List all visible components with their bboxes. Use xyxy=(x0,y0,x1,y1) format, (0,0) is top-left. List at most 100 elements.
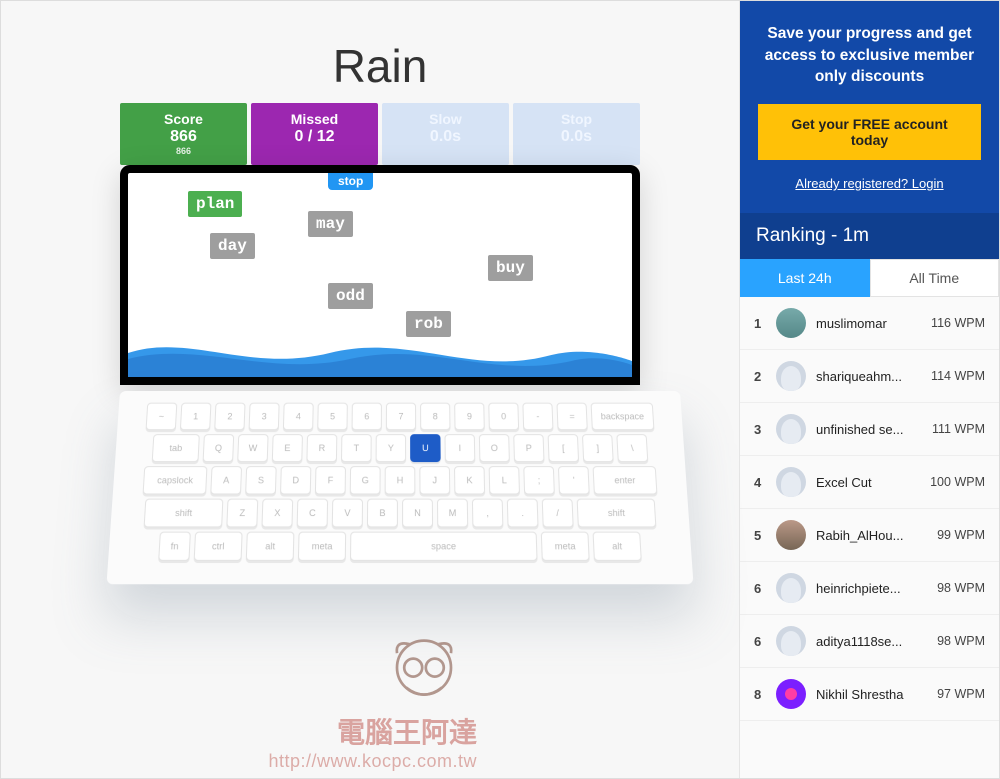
key-a[interactable]: A xyxy=(210,466,242,494)
tab-last-24h[interactable]: Last 24h xyxy=(740,259,870,297)
key-m[interactable]: M xyxy=(437,498,468,527)
rank-position: 2 xyxy=(754,369,766,384)
key-u[interactable]: U xyxy=(410,434,441,462)
key-~[interactable]: ~ xyxy=(146,403,178,431)
rank-username: Rabih_AlHou... xyxy=(816,528,927,543)
key-ralt[interactable]: alt xyxy=(593,531,642,560)
key-\[interactable]: \ xyxy=(616,434,648,462)
key-v[interactable]: V xyxy=(332,498,363,527)
promo-panel: Save your progress and get access to exc… xyxy=(740,1,999,213)
key-o[interactable]: O xyxy=(479,434,510,462)
key-c[interactable]: C xyxy=(297,498,329,527)
key-w[interactable]: W xyxy=(237,434,268,462)
key-5[interactable]: 5 xyxy=(317,403,348,431)
key-lshift[interactable]: shift xyxy=(144,498,224,527)
key-3[interactable]: 3 xyxy=(249,403,280,431)
key-z[interactable]: Z xyxy=(226,498,258,527)
key-tab[interactable]: tab xyxy=(152,434,200,462)
ranking-list[interactable]: 1muslimomar116 WPM2shariqueahm...114 WPM… xyxy=(740,297,999,778)
key-8[interactable]: 8 xyxy=(420,403,450,431)
key-capslock[interactable]: capslock xyxy=(143,466,208,494)
key-4[interactable]: 4 xyxy=(283,403,314,431)
stat-stop-value: 0.0s xyxy=(517,128,636,146)
avatar xyxy=(776,520,806,550)
key-g[interactable]: G xyxy=(350,466,381,494)
stop-button[interactable]: stop xyxy=(328,172,373,190)
key-lalt[interactable]: alt xyxy=(246,531,295,560)
ranking-row[interactable]: 3unfinished se...111 WPM xyxy=(740,403,999,456)
key-s[interactable]: S xyxy=(245,466,277,494)
avatar xyxy=(776,679,806,709)
key-i[interactable]: I xyxy=(444,434,475,462)
key-rmeta[interactable]: meta xyxy=(541,531,590,560)
key-;[interactable]: ; xyxy=(523,466,555,494)
key-'[interactable]: ' xyxy=(558,466,590,494)
key-0[interactable]: 0 xyxy=(488,403,519,431)
key-6[interactable]: 6 xyxy=(352,403,382,431)
key-9[interactable]: 9 xyxy=(454,403,485,431)
key-f[interactable]: F xyxy=(315,466,346,494)
ranking-row[interactable]: 8Nikhil Shrestha97 WPM xyxy=(740,668,999,721)
rank-username: aditya1118se... xyxy=(816,634,927,649)
key-d[interactable]: D xyxy=(280,466,311,494)
key-l[interactable]: L xyxy=(489,466,520,494)
key-fn[interactable]: fn xyxy=(158,531,191,560)
stats-bar: Score 866 866 Missed 0 / 12 Slow 0.0s St… xyxy=(120,103,640,165)
avatar xyxy=(776,308,806,338)
key-r[interactable]: R xyxy=(306,434,337,462)
stat-score-value: 866 xyxy=(124,128,243,146)
key-k[interactable]: K xyxy=(454,466,485,494)
ranking-row[interactable]: 4Excel Cut100 WPM xyxy=(740,456,999,509)
rank-position: 3 xyxy=(754,422,766,437)
rank-username: shariqueahm... xyxy=(816,369,921,384)
key-1[interactable]: 1 xyxy=(180,403,212,431)
key-rshift[interactable]: shift xyxy=(577,498,657,527)
rank-position: 4 xyxy=(754,475,766,490)
rank-username: unfinished se... xyxy=(816,422,922,437)
key-x[interactable]: X xyxy=(261,498,293,527)
stat-stop-label: Stop xyxy=(517,111,636,127)
key-7[interactable]: 7 xyxy=(386,403,416,431)
key-t[interactable]: T xyxy=(341,434,372,462)
key-][interactable]: ] xyxy=(582,434,614,462)
falling-word: odd xyxy=(328,283,373,309)
key-b[interactable]: B xyxy=(367,498,398,527)
ranking-row[interactable]: 5Rabih_AlHou...99 WPM xyxy=(740,509,999,562)
key-ctrl[interactable]: ctrl xyxy=(194,531,243,560)
key-.[interactable]: . xyxy=(507,498,539,527)
ranking-row[interactable]: 6aditya1118se...98 WPM xyxy=(740,615,999,668)
key-2[interactable]: 2 xyxy=(214,403,245,431)
key-=[interactable]: = xyxy=(556,403,587,431)
key-space[interactable]: space xyxy=(350,531,538,560)
key-p[interactable]: P xyxy=(513,434,544,462)
ranking-row[interactable]: 2shariqueahm...114 WPM xyxy=(740,350,999,403)
rank-wpm: 98 WPM xyxy=(937,581,985,595)
key-lmeta[interactable]: meta xyxy=(298,531,346,560)
ranking-row[interactable]: 1muslimomar116 WPM xyxy=(740,297,999,350)
virtual-keyboard: ~1234567890-=backspace tabQWERTYUIOP[]\ … xyxy=(107,391,694,584)
stat-slow-value: 0.0s xyxy=(386,128,505,146)
promo-message: Save your progress and get access to exc… xyxy=(758,23,981,88)
key-q[interactable]: Q xyxy=(203,434,235,462)
login-link[interactable]: Already registered? Login xyxy=(795,176,943,191)
falling-word: may xyxy=(308,211,353,237)
key-e[interactable]: E xyxy=(272,434,303,462)
get-account-button[interactable]: Get your FREE account today xyxy=(758,104,981,160)
ranking-row[interactable]: 6heinrichpiete...98 WPM xyxy=(740,562,999,615)
key-j[interactable]: J xyxy=(419,466,450,494)
key--[interactable]: - xyxy=(522,403,553,431)
key-n[interactable]: N xyxy=(402,498,433,527)
key-enter[interactable]: enter xyxy=(593,466,658,494)
key-/[interactable]: / xyxy=(542,498,574,527)
rank-position: 5 xyxy=(754,528,766,543)
key-h[interactable]: H xyxy=(385,466,416,494)
rank-position: 6 xyxy=(754,581,766,596)
key-[[interactable]: [ xyxy=(548,434,580,462)
key-y[interactable]: Y xyxy=(376,434,407,462)
avatar xyxy=(776,414,806,444)
key-,[interactable]: , xyxy=(472,498,504,527)
tab-all-time[interactable]: All Time xyxy=(870,259,1000,297)
avatar xyxy=(776,361,806,391)
key-backspace[interactable]: backspace xyxy=(591,403,655,431)
rank-position: 8 xyxy=(754,687,766,702)
